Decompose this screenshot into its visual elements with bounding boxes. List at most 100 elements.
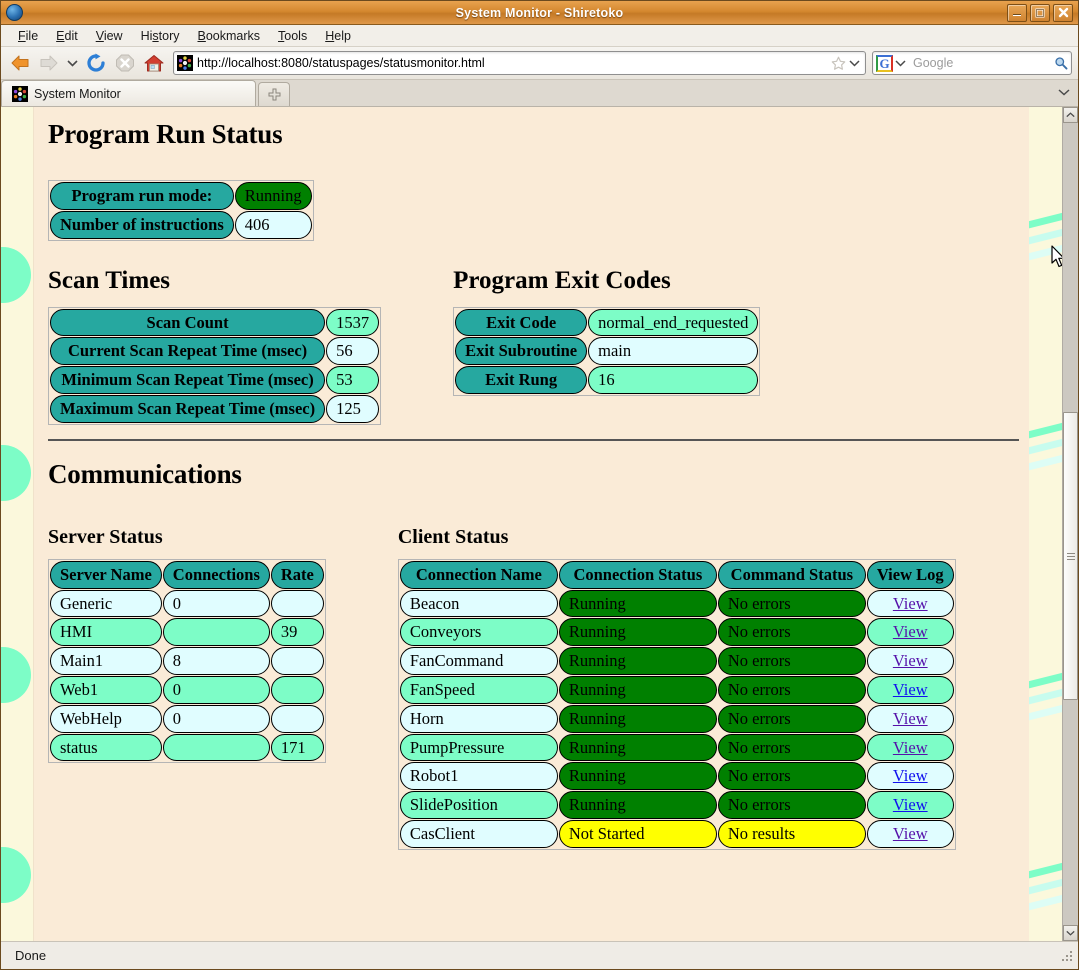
menu-help[interactable]: Help <box>316 27 360 45</box>
menu-view[interactable]: View <box>87 27 132 45</box>
magnifier-icon[interactable] <box>1054 55 1068 71</box>
menu-history[interactable]: History <box>132 27 189 45</box>
back-arrow-icon[interactable] <box>7 50 33 76</box>
table-row: Robot1 Running No errors View <box>399 762 954 791</box>
exit-rung-label: Exit Rung <box>455 366 588 394</box>
menu-edit[interactable]: Edit <box>47 27 87 45</box>
url-dropdown-chevron-down-icon[interactable] <box>847 59 861 67</box>
server-name: HMI <box>50 618 162 647</box>
client-connection-status: Running <box>558 589 717 618</box>
view-log-link[interactable]: View <box>893 594 928 613</box>
client-command-status: No errors <box>717 618 866 647</box>
stop-icon[interactable] <box>112 50 138 76</box>
table-header-row: Connection Name Connection Status Comman… <box>399 560 954 589</box>
scroll-up-button[interactable] <box>1063 107 1078 123</box>
home-icon[interactable] <box>141 50 167 76</box>
scan-times-heading: Scan Times <box>48 266 171 294</box>
menu-tools[interactable]: Tools <box>269 27 316 45</box>
vertical-scrollbar[interactable] <box>1062 107 1078 941</box>
client-view-log-cell: View <box>866 733 954 762</box>
browser-window: System Monitor - Shiretoko File Edit Vie… <box>0 0 1079 970</box>
view-log-link[interactable]: View <box>893 824 928 843</box>
tab-system-monitor[interactable]: System Monitor <box>1 80 256 106</box>
table-row: Exit Subroutine main <box>455 337 759 366</box>
table-row: Scan Count 1537 <box>50 308 380 337</box>
client-view-log-cell: View <box>866 791 954 819</box>
window-resize-grip[interactable] <box>1060 949 1074 963</box>
server-rate: 171 <box>270 733 324 762</box>
new-tab-plus-icon[interactable] <box>258 82 290 106</box>
client-view-log-cell: View <box>866 589 954 618</box>
reload-icon[interactable] <box>83 50 109 76</box>
table-row: Generic 0 <box>50 589 324 618</box>
menu-file[interactable]: File <box>9 27 47 45</box>
view-log-link[interactable]: View <box>893 795 928 814</box>
table-header-row: Server Name Connections Rate <box>50 560 324 589</box>
server-rate <box>270 589 324 618</box>
table-row: Current Scan Repeat Time (msec) 56 <box>50 337 380 366</box>
window-title: System Monitor - Shiretoko <box>455 5 624 20</box>
column-rate: Rate <box>270 560 324 589</box>
search-bar[interactable]: G Google <box>872 51 1072 75</box>
app-icon <box>6 4 23 21</box>
history-dropdown-chevron-down-icon[interactable] <box>65 50 80 76</box>
client-connection-status: Running <box>558 704 717 733</box>
view-log-link[interactable]: View <box>893 680 928 699</box>
server-rate <box>270 647 324 675</box>
scan-count-label: Scan Count <box>50 308 326 337</box>
forward-arrow-icon[interactable] <box>36 50 62 76</box>
client-view-log-cell: View <box>866 762 954 791</box>
view-log-link[interactable]: View <box>893 766 928 785</box>
tab-list-chevron-down-icon[interactable] <box>1058 83 1070 101</box>
window-controls <box>1007 3 1075 22</box>
decorative-strip-right <box>1029 107 1062 941</box>
close-button[interactable] <box>1053 3 1073 22</box>
search-input[interactable]: Google <box>907 56 1054 70</box>
run-mode-label: Program run mode: <box>50 182 234 210</box>
client-view-log-cell: View <box>866 647 954 675</box>
instruction-count-value: 406 <box>234 210 312 239</box>
table-row: CasClient Not Started No results View <box>399 819 954 848</box>
scrollbar-track[interactable] <box>1063 123 1078 925</box>
client-connection-status: Running <box>558 647 717 675</box>
server-connections: 0 <box>162 675 270 704</box>
server-status-heading: Server Status <box>48 525 163 548</box>
client-view-log-cell: View <box>866 618 954 647</box>
server-connections <box>162 618 270 647</box>
client-command-status: No errors <box>717 647 866 675</box>
decorative-strip-left <box>1 107 34 941</box>
view-log-link[interactable]: View <box>893 709 928 728</box>
exit-subroutine-label: Exit Subroutine <box>455 337 588 366</box>
url-text[interactable]: http://localhost:8080/statuspages/status… <box>197 56 829 70</box>
client-connection-status: Running <box>558 791 717 819</box>
client-command-status: No errors <box>717 762 866 791</box>
menu-bookmarks[interactable]: Bookmarks <box>189 27 270 45</box>
table-row: SlidePosition Running No errors View <box>399 791 954 819</box>
table-row: Conveyors Running No errors View <box>399 618 954 647</box>
server-rate <box>270 704 324 733</box>
client-view-log-cell: View <box>866 819 954 848</box>
star-icon[interactable] <box>829 56 847 71</box>
view-log-link[interactable]: View <box>893 738 928 757</box>
client-connection-status: Running <box>558 675 717 704</box>
table-row: status 171 <box>50 733 324 762</box>
view-log-link[interactable]: View <box>893 651 928 670</box>
maximize-button[interactable] <box>1030 3 1050 22</box>
status-bar: Done <box>1 941 1078 969</box>
search-engine-dropdown-chevron-down-icon[interactable] <box>893 59 907 67</box>
column-command-status: Command Status <box>717 560 866 589</box>
client-name: PumpPressure <box>399 733 558 762</box>
scan-times-table: Scan Count 1537 Current Scan Repeat Time… <box>48 306 382 425</box>
view-log-link[interactable]: View <box>893 622 928 641</box>
minimize-button[interactable] <box>1007 3 1027 22</box>
table-row: Program run mode: Running <box>50 182 312 210</box>
url-bar[interactable]: http://localhost:8080/statuspages/status… <box>173 51 866 75</box>
exit-codes-heading: Program Exit Codes <box>453 266 671 294</box>
status-text: Done <box>15 948 47 963</box>
server-name: status <box>50 733 162 762</box>
scroll-down-button[interactable] <box>1063 925 1078 941</box>
client-command-status: No errors <box>717 704 866 733</box>
maximum-scan-value: 125 <box>326 394 380 423</box>
scrollbar-thumb[interactable] <box>1063 411 1078 701</box>
exit-code-value: normal_end_requested <box>588 308 759 337</box>
